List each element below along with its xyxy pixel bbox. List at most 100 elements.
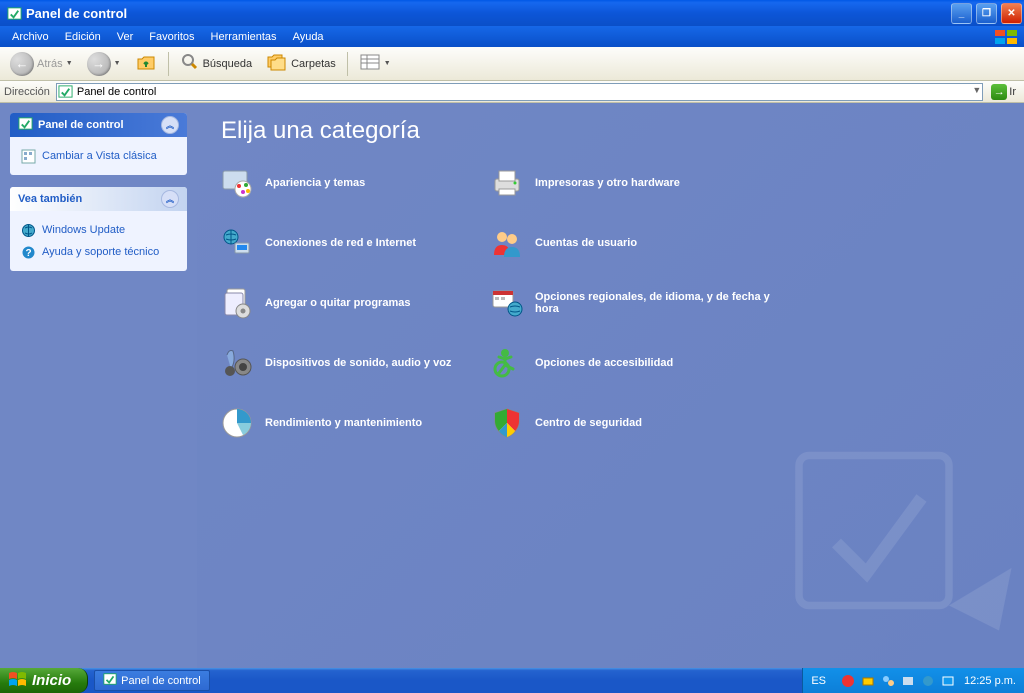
views-button[interactable]: ▼ — [353, 50, 397, 77]
category-sound[interactable]: Dispositivos de sonido, audio y voz — [221, 347, 491, 379]
control-panel-icon — [103, 672, 117, 689]
control-panel-icon — [58, 84, 73, 102]
link-label: Windows Update — [42, 224, 125, 236]
forward-button[interactable]: → ▼ — [81, 49, 127, 79]
category-appearance[interactable]: Apariencia y temas — [221, 167, 491, 199]
address-label: Dirección — [4, 86, 52, 98]
panel-title: Panel de control — [38, 119, 124, 131]
search-button[interactable]: Búsqueda — [174, 49, 259, 78]
menu-ver[interactable]: Ver — [109, 28, 142, 46]
category-performance[interactable]: Rendimiento y mantenimiento — [221, 407, 491, 439]
category-network[interactable]: Conexiones de red e Internet — [221, 227, 491, 259]
add-remove-icon — [221, 287, 253, 319]
category-label: Agregar o quitar programas — [265, 297, 410, 309]
tray-icon[interactable] — [840, 673, 856, 689]
users-icon — [491, 227, 523, 259]
help-support-link[interactable]: ? Ayuda y soporte técnico — [20, 241, 177, 263]
chevron-down-icon: ▼ — [114, 60, 121, 67]
page-heading: Elija una categoría — [221, 117, 1000, 145]
menu-herramientas[interactable]: Herramientas — [203, 28, 285, 46]
category-security[interactable]: Centro de seguridad — [491, 407, 771, 439]
control-panel-icon — [6, 5, 22, 21]
search-icon — [180, 52, 200, 75]
folders-button[interactable]: Carpetas — [260, 49, 342, 78]
toolbar: ← Atrás ▼ → ▼ Búsqueda Carpetas ▼ — [0, 47, 1024, 81]
globe-icon — [20, 222, 36, 238]
windows-logo-icon — [990, 26, 1024, 47]
category-regional[interactable]: Opciones regionales, de idioma, y de fec… — [491, 287, 771, 319]
back-icon: ← — [10, 52, 34, 76]
address-dropdown-icon[interactable]: ▼ — [972, 85, 981, 95]
panel-control-panel: Panel de control ︽ Cambiar a Vista clási… — [10, 113, 187, 175]
printer-icon — [491, 167, 523, 199]
security-shield-icon — [491, 407, 523, 439]
clock[interactable]: 12:25 p.m. — [964, 675, 1016, 687]
category-printers[interactable]: Impresoras y otro hardware — [491, 167, 771, 199]
regional-icon — [491, 287, 523, 319]
main-content: Elija una categoría Apariencia y temas I… — [197, 103, 1024, 668]
category-accessibility[interactable]: Opciones de accesibilidad — [491, 347, 771, 379]
separator — [168, 52, 169, 76]
folders-icon — [266, 52, 288, 75]
category-label: Centro de seguridad — [535, 417, 642, 429]
back-label: Atrás — [37, 58, 63, 70]
tray-icon[interactable] — [920, 673, 936, 689]
windows-logo-icon — [8, 671, 26, 691]
maximize-button[interactable]: ❐ — [976, 3, 997, 24]
start-button[interactable]: Inicio — [0, 668, 88, 693]
sound-icon — [221, 347, 253, 379]
tray-icon[interactable] — [900, 673, 916, 689]
network-icon — [221, 227, 253, 259]
switch-view-icon — [20, 148, 36, 164]
chevron-down-icon: ▼ — [384, 60, 391, 67]
collapse-icon[interactable]: ︽ — [161, 190, 179, 208]
panel-header[interactable]: Panel de control ︽ — [10, 113, 187, 137]
addressbar: Dirección ▼ → Ir — [0, 81, 1024, 103]
up-button[interactable] — [129, 48, 163, 79]
go-label: Ir — [1009, 86, 1016, 98]
panel-see-also: Vea también ︽ Windows Update ? Ayuda y s… — [10, 187, 187, 271]
help-icon: ? — [20, 244, 36, 260]
go-button[interactable]: → Ir — [987, 83, 1020, 101]
menu-archivo[interactable]: Archivo — [4, 28, 57, 46]
menu-favoritos[interactable]: Favoritos — [141, 28, 202, 46]
category-label: Impresoras y otro hardware — [535, 177, 680, 189]
category-label: Opciones de accesibilidad — [535, 357, 673, 369]
windows-update-link[interactable]: Windows Update — [20, 219, 177, 241]
taskbar-item-control-panel[interactable]: Panel de control — [94, 670, 210, 691]
sidebar: Panel de control ︽ Cambiar a Vista clási… — [0, 103, 197, 668]
appearance-icon — [221, 167, 253, 199]
category-users[interactable]: Cuentas de usuario — [491, 227, 771, 259]
tray-icon[interactable] — [860, 673, 876, 689]
address-input[interactable] — [56, 83, 983, 101]
close-button[interactable]: ✕ — [1001, 3, 1022, 24]
collapse-icon[interactable]: ︽ — [161, 116, 179, 134]
menu-ayuda[interactable]: Ayuda — [285, 28, 332, 46]
tray-icon[interactable] — [880, 673, 896, 689]
panel-title: Vea también — [18, 193, 82, 205]
control-panel-icon — [18, 116, 33, 134]
folder-up-icon — [135, 51, 157, 76]
category-add-remove[interactable]: Agregar o quitar programas — [221, 287, 491, 319]
link-label: Ayuda y soporte técnico — [42, 246, 159, 258]
menubar: Archivo Edición Ver Favoritos Herramient… — [0, 26, 1024, 47]
titlebar: Panel de control _ ❐ ✕ — [0, 0, 1024, 26]
panel-header[interactable]: Vea también ︽ — [10, 187, 187, 211]
accessibility-icon — [491, 347, 523, 379]
svg-text:?: ? — [25, 248, 31, 259]
watermark-icon — [774, 418, 1024, 668]
switch-classic-view-link[interactable]: Cambiar a Vista clásica — [20, 145, 177, 167]
menu-edicion[interactable]: Edición — [57, 28, 109, 46]
language-indicator[interactable]: ES — [811, 675, 826, 687]
back-button[interactable]: ← Atrás ▼ — [4, 49, 79, 79]
category-label: Dispositivos de sonido, audio y voz — [265, 357, 451, 369]
tray-icon[interactable] — [940, 673, 956, 689]
minimize-button[interactable]: _ — [951, 3, 972, 24]
category-label: Apariencia y temas — [265, 177, 365, 189]
folders-label: Carpetas — [291, 58, 336, 70]
category-label: Conexiones de red e Internet — [265, 237, 416, 249]
forward-icon: → — [87, 52, 111, 76]
start-label: Inicio — [32, 672, 71, 689]
category-label: Cuentas de usuario — [535, 237, 637, 249]
search-label: Búsqueda — [203, 58, 253, 70]
